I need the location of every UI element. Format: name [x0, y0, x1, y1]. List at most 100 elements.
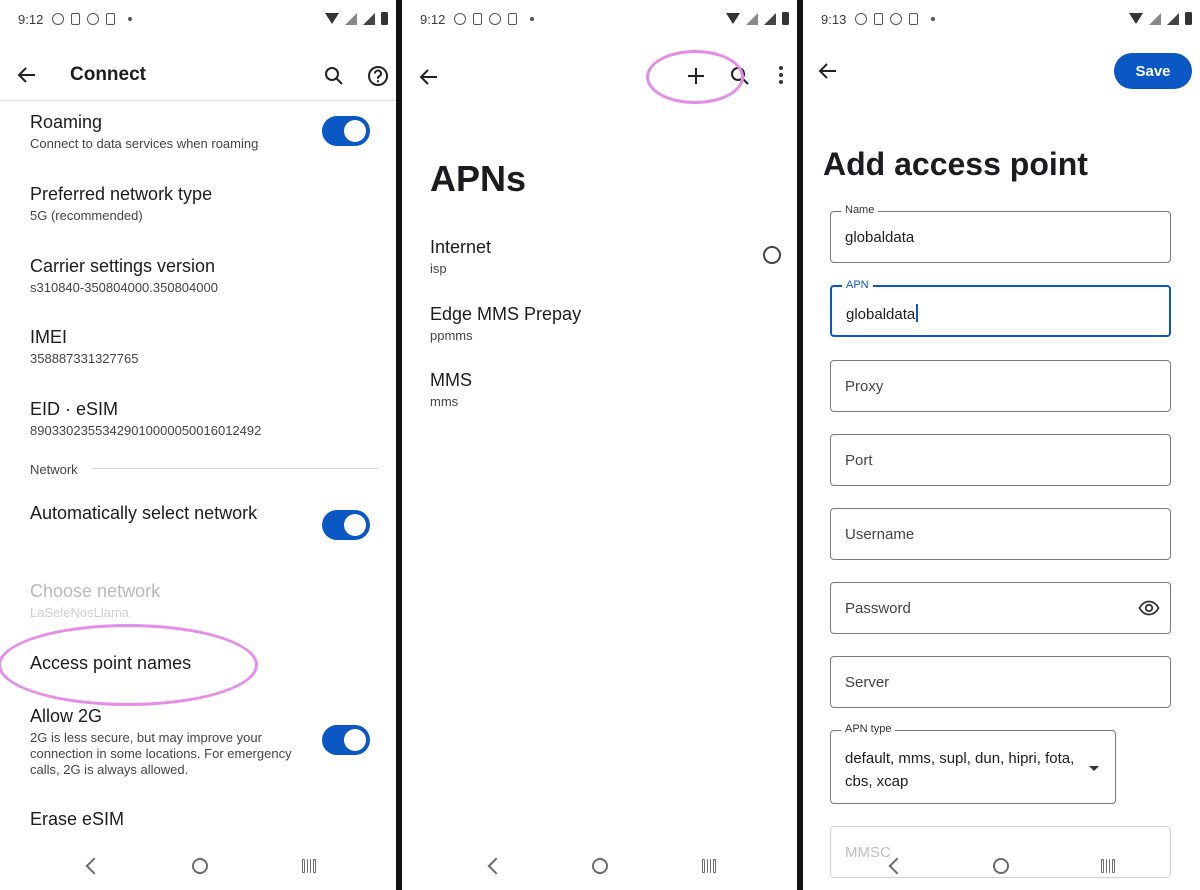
preferred-network-type-setting[interactable]: Preferred network type 5G (recommended)	[30, 184, 366, 224]
access-point-names-title: Access point names	[30, 653, 192, 673]
status-time: 9:13	[821, 12, 847, 27]
help-icon[interactable]	[366, 64, 390, 88]
nav-home-icon[interactable]	[993, 858, 1009, 874]
search-icon[interactable]	[322, 64, 346, 88]
notification-icons	[454, 13, 534, 25]
text-cursor	[916, 304, 918, 322]
signal-icon	[1149, 12, 1161, 25]
roaming-toggle[interactable]	[322, 116, 370, 146]
system-icons	[1129, 12, 1192, 25]
back-arrow-icon[interactable]	[815, 58, 841, 84]
roaming-title: Roaming	[30, 112, 103, 132]
phone-notification-icon	[71, 13, 80, 25]
carrier-settings-version-item[interactable]: Carrier settings version s310840-3508040…	[30, 256, 366, 296]
nav-recents-icon[interactable]	[1101, 859, 1115, 873]
network-section-divider	[92, 468, 378, 469]
apn-value: isp	[430, 261, 447, 276]
erase-esim-item[interactable]: Erase eSIM	[30, 809, 366, 830]
more-notifications-dot-icon	[931, 17, 935, 21]
eid-title: EID · eSIM	[30, 399, 119, 419]
carrier-settings-version-value: s310840-350804000.350804000	[30, 280, 218, 295]
imei-item[interactable]: IMEI 358887331327765	[30, 327, 366, 367]
imei-title: IMEI	[30, 327, 68, 347]
settings-notification-icon	[454, 13, 466, 25]
apn-field[interactable]: APN globaldata	[830, 279, 1171, 337]
apn-value: mms	[430, 394, 459, 409]
carrier-settings-version-title: Carrier settings version	[30, 256, 216, 276]
name-field-value: globaldata	[845, 229, 915, 246]
password-field[interactable]: Password	[830, 582, 1171, 634]
roaming-setting[interactable]: Roaming Connect to data services when ro…	[30, 112, 366, 152]
choose-network-title: Choose network	[30, 581, 161, 601]
nav-back-icon[interactable]	[487, 857, 505, 875]
apn-field-value: globaldata	[846, 306, 916, 323]
more-notifications-dot-icon	[128, 17, 132, 21]
device-notification-icon	[909, 13, 918, 25]
save-button[interactable]: Save	[1114, 53, 1192, 89]
nav-back-icon[interactable]	[85, 857, 103, 875]
auto-select-network-toggle[interactable]	[322, 510, 370, 540]
eid-item[interactable]: EID · eSIM 89033023553429010000050016012…	[30, 399, 366, 439]
server-field[interactable]: Server	[830, 656, 1171, 708]
page-title: APNs	[430, 158, 527, 199]
notification-icons	[52, 13, 132, 25]
username-field[interactable]: Username	[830, 508, 1171, 560]
imei-value: 358887331327765	[30, 351, 139, 366]
apn-type-value: default, mms, supl, dun, hipri, fota, cb…	[845, 750, 1075, 790]
search-icon[interactable]	[728, 64, 752, 88]
wifi-icon	[1129, 13, 1143, 24]
server-field-placeholder: Server	[845, 674, 890, 691]
access-point-names-item[interactable]: Access point names	[30, 653, 366, 674]
allow-2g-toggle[interactable]	[322, 725, 370, 755]
toolbar-divider	[0, 100, 396, 101]
more-options-icon[interactable]	[779, 66, 783, 84]
port-field-placeholder: Port	[845, 452, 873, 469]
allow-2g-setting[interactable]: Allow 2G 2G is less secure, but may impr…	[30, 706, 296, 778]
signal-icon	[746, 12, 758, 25]
motorola-icon	[489, 13, 501, 25]
apn-field-value-wrap: globaldata	[846, 304, 918, 323]
nav-home-icon[interactable]	[592, 858, 608, 874]
apn-list-item-mms[interactable]: MMS mms	[430, 370, 767, 409]
proxy-field-placeholder: Proxy	[845, 378, 884, 395]
device-notification-icon	[508, 13, 517, 25]
back-arrow-icon[interactable]	[416, 64, 442, 90]
back-arrow-icon[interactable]	[14, 62, 40, 88]
show-password-eye-icon[interactable]	[1138, 597, 1160, 624]
apn-type-dropdown[interactable]: APN type default, mms, supl, dun, hipri,…	[830, 723, 1116, 804]
username-field-placeholder: Username	[845, 526, 915, 543]
more-notifications-dot-icon	[530, 17, 534, 21]
navigation-bar	[803, 846, 1200, 890]
signal-roaming-icon	[764, 12, 776, 25]
proxy-field[interactable]: Proxy	[830, 360, 1171, 412]
allow-2g-subtitle: 2G is less secure, but may improve your …	[30, 730, 292, 777]
signal-roaming-icon	[1167, 12, 1179, 25]
apn-radio-internet[interactable]	[763, 246, 781, 264]
device-notification-icon	[106, 13, 115, 25]
port-field[interactable]: Port	[830, 434, 1171, 486]
notification-icons	[855, 13, 935, 25]
auto-select-network-title: Automatically select network	[30, 503, 258, 523]
signal-roaming-icon	[363, 12, 375, 25]
preferred-network-type-title: Preferred network type	[30, 184, 213, 204]
eid-value: 89033023553429010000050016012492	[30, 423, 262, 438]
auto-select-network-setting[interactable]: Automatically select network	[30, 502, 296, 524]
status-bar: 9:12	[0, 0, 396, 40]
nav-recents-icon[interactable]	[302, 859, 316, 873]
apn-list-item-edge-mms-prepay[interactable]: Edge MMS Prepay ppmms	[430, 304, 767, 343]
name-field[interactable]: Name globaldata	[830, 204, 1171, 263]
nav-back-icon[interactable]	[888, 857, 906, 875]
system-icons	[726, 12, 789, 25]
apn-type-label: APN type	[841, 723, 896, 735]
page-title: Connect	[70, 64, 146, 85]
add-plus-icon[interactable]	[684, 64, 708, 88]
network-section-label: Network	[30, 462, 78, 477]
nav-home-icon[interactable]	[192, 858, 208, 874]
status-bar: 9:13	[803, 0, 1200, 40]
system-icons	[325, 12, 388, 25]
apn-list-item-internet[interactable]: Internet isp	[430, 237, 767, 276]
phone-notification-icon	[473, 13, 482, 25]
nav-recents-icon[interactable]	[702, 859, 716, 873]
apn-value: ppmms	[430, 328, 473, 343]
roaming-subtitle: Connect to data services when roaming	[30, 136, 259, 151]
